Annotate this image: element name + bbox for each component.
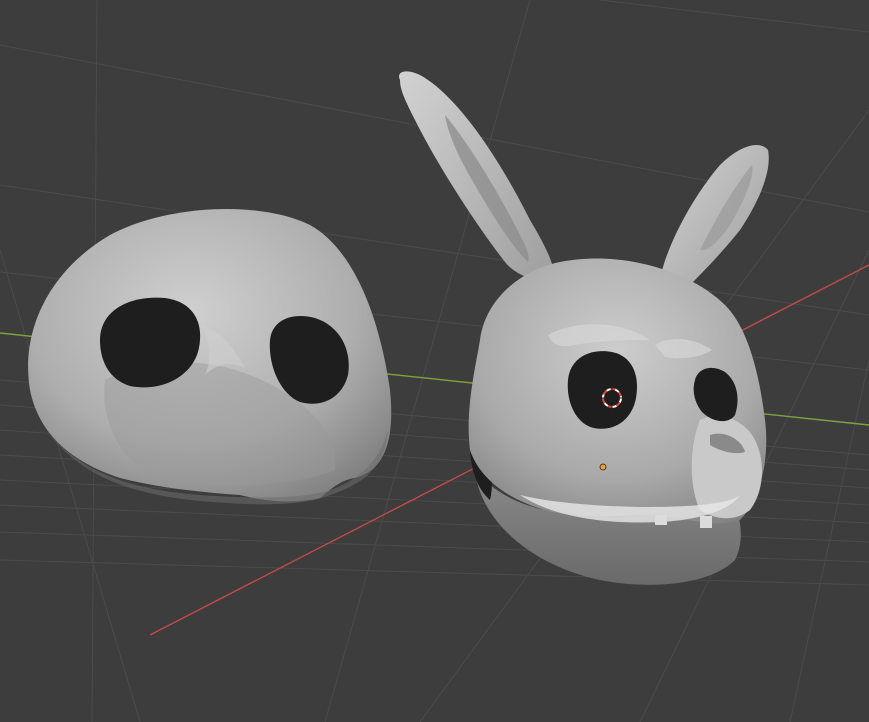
object-origin-icon[interactable] — [599, 463, 607, 471]
rabbit-left-eye-socket — [567, 351, 637, 429]
3d-viewport[interactable] — [0, 0, 869, 722]
